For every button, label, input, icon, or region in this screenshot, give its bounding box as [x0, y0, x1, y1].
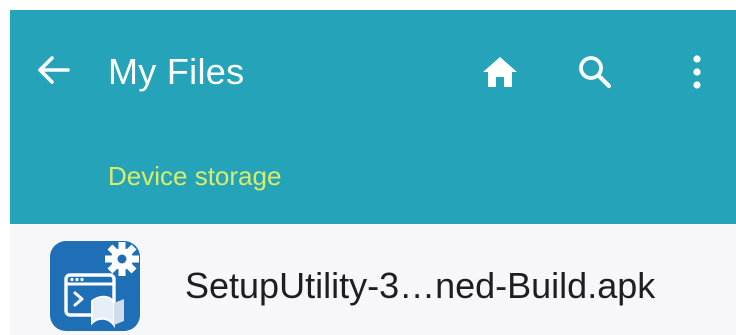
search-icon — [579, 56, 612, 89]
file-list: SetupUtility-3…ned-Build.apk — [10, 224, 736, 335]
my-files-screen: My Files Device storage SetupUtility-3…n… — [0, 0, 736, 335]
more-vertical-icon — [693, 55, 701, 89]
back-button[interactable] — [32, 48, 76, 92]
home-button[interactable] — [478, 50, 522, 94]
more-options-button[interactable] — [675, 50, 719, 94]
search-button[interactable] — [573, 50, 617, 94]
app-bar: My Files Device storage — [10, 10, 736, 224]
list-item[interactable]: SetupUtility-3…ned-Build.apk — [10, 224, 736, 335]
page-title: My Files — [108, 51, 245, 92]
apk-installer-icon — [50, 241, 140, 331]
arrow-left-icon — [38, 56, 70, 84]
home-icon — [483, 57, 517, 87]
breadcrumb-device-storage[interactable]: Device storage — [108, 160, 281, 192]
status-strip — [0, 0, 736, 10]
file-name: SetupUtility-3…ned-Build.apk — [185, 265, 656, 306]
